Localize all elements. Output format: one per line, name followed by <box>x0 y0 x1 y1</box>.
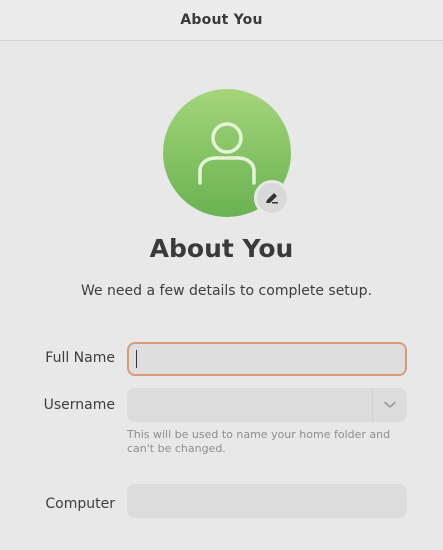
pencil-icon <box>266 193 278 204</box>
username-label: Username <box>43 397 115 413</box>
computer-label: Computer <box>45 496 115 512</box>
username-hint: This will be used to name your home fold… <box>127 428 391 455</box>
username-combo <box>127 388 407 422</box>
titlebar: About You <box>0 0 443 41</box>
page-heading: About You <box>149 234 294 263</box>
window-title: About You <box>180 12 263 28</box>
username-field[interactable] <box>127 388 372 422</box>
avatar-container <box>163 89 291 217</box>
username-dropdown-button[interactable] <box>372 388 407 422</box>
edit-avatar-button[interactable] <box>254 180 290 216</box>
chevron-down-icon <box>384 401 396 408</box>
full-name-label: Full Name <box>45 350 115 366</box>
user-icon <box>198 122 256 185</box>
full-name-field[interactable] <box>127 342 407 376</box>
text-caret <box>136 350 137 368</box>
computer-name-field[interactable] <box>127 484 407 518</box>
page-subheading: We need a few details to complete setup. <box>80 283 373 299</box>
setup-window: About You About You We need a few detail… <box>0 0 443 550</box>
